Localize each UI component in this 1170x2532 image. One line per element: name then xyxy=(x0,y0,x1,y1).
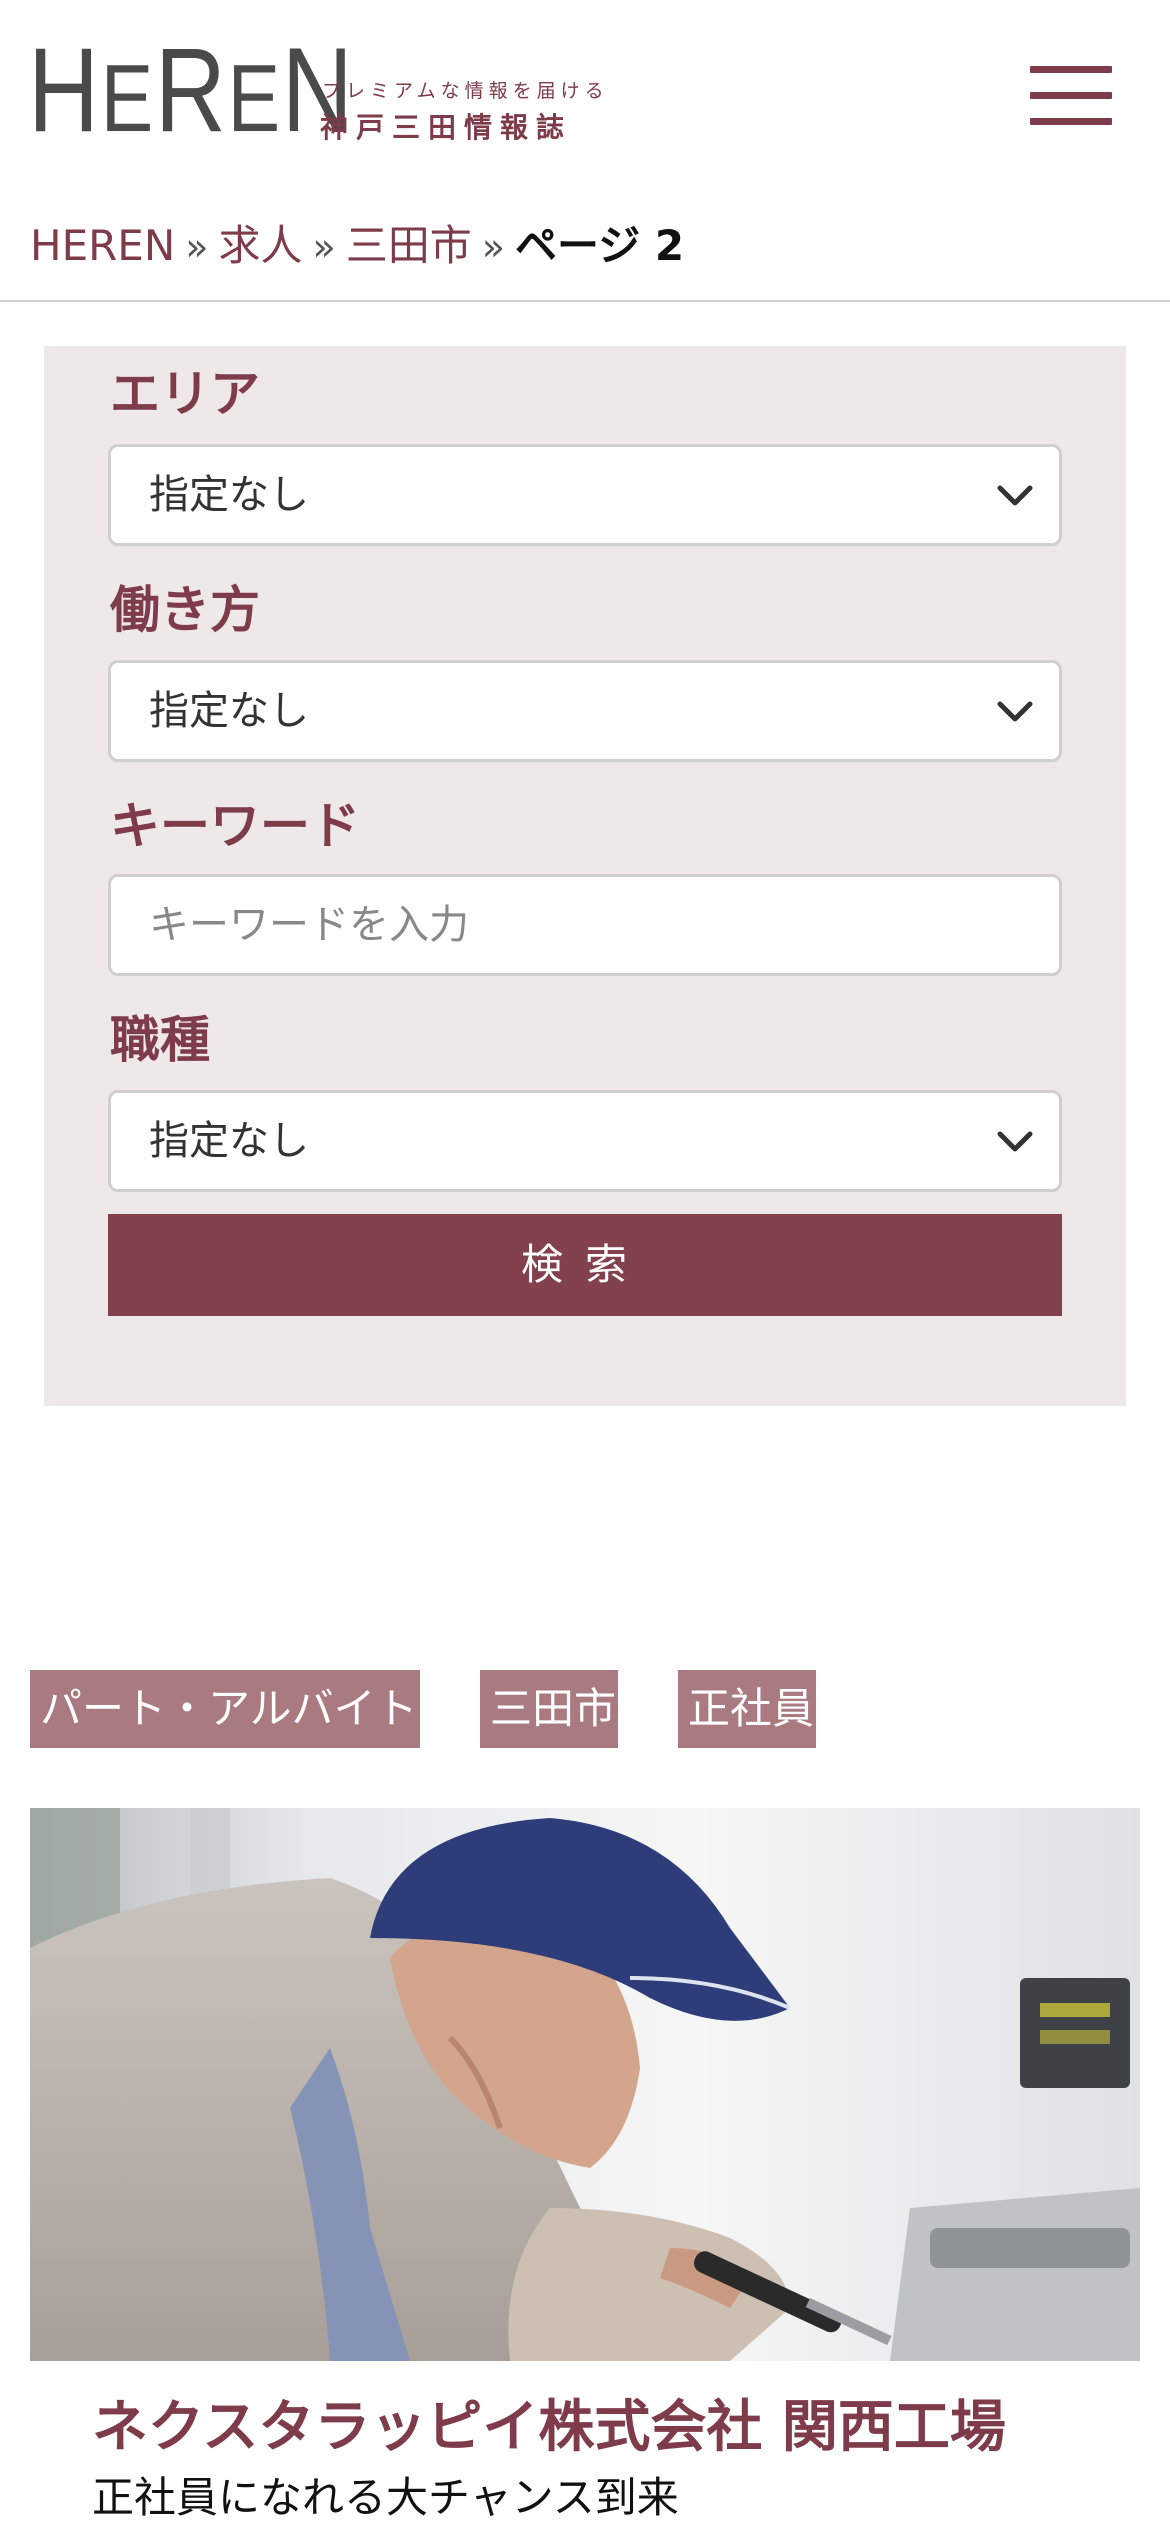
chevron-down-icon xyxy=(997,701,1033,722)
breadcrumb-separator: » xyxy=(312,225,336,269)
breadcrumb-separator: » xyxy=(481,225,506,269)
chevron-down-icon xyxy=(997,485,1033,506)
tag-area-sanda[interactable]: 三田市 xyxy=(480,1670,618,1748)
job-photo[interactable] xyxy=(30,1808,1140,2361)
job-title[interactable]: ネクスタラッピイ株式会社 関西工場 xyxy=(92,2392,1006,2464)
keyword-placeholder: キーワードを入力 xyxy=(149,902,469,948)
job-catchphrase: 正社員になれる大チャンス到来 xyxy=(92,2473,679,2522)
breadcrumb-separator: » xyxy=(185,225,209,269)
workstyle-select[interactable]: 指定なし xyxy=(108,660,1062,762)
area-select[interactable]: 指定なし xyxy=(108,444,1062,546)
jobtype-select-value: 指定なし xyxy=(149,1118,309,1164)
keyword-label: キーワード xyxy=(110,797,360,855)
logo-tagline: プレミアムな情報を届ける xyxy=(322,80,609,102)
breadcrumb-link-home[interactable]: HEREN xyxy=(30,221,175,270)
tag-part-time[interactable]: パート・アルバイト xyxy=(30,1670,420,1748)
area-label: エリア xyxy=(110,365,260,423)
jobtype-select[interactable]: 指定なし xyxy=(108,1090,1062,1192)
page: HEREN プレミアムな情報を届ける 神戸三田情報誌 HEREN» 求人» 三田市»… xyxy=(0,0,1170,2532)
factory-worker-image xyxy=(30,1808,1140,2361)
site-header: HEREN プレミアムな情報を届ける 神戸三田情報誌 xyxy=(0,0,1170,190)
site-logo[interactable]: HEREN xyxy=(28,30,354,159)
breadcrumb-link-sanda[interactable]: 三田市 xyxy=(346,221,472,270)
header-divider xyxy=(0,300,1170,302)
breadcrumb: HEREN» 求人» 三田市» ページ 2 xyxy=(30,218,684,275)
workstyle-select-value: 指定なし xyxy=(149,688,309,734)
hamburger-icon[interactable] xyxy=(1026,62,1116,128)
keyword-input[interactable]: キーワードを入力 xyxy=(108,874,1062,976)
search-button[interactable]: 検索 xyxy=(108,1214,1062,1316)
breadcrumb-link-jobs[interactable]: 求人 xyxy=(219,221,303,270)
jobtype-label: 職種 xyxy=(110,1011,210,1069)
workstyle-label: 働き方 xyxy=(110,581,260,639)
area-select-value: 指定なし xyxy=(149,472,309,518)
tag-full-time[interactable]: 正社員 xyxy=(678,1670,816,1748)
logo-subtitle: 神戸三田情報誌 xyxy=(320,111,573,144)
breadcrumb-current: ページ 2 xyxy=(515,221,685,270)
chevron-down-icon xyxy=(997,1131,1033,1152)
